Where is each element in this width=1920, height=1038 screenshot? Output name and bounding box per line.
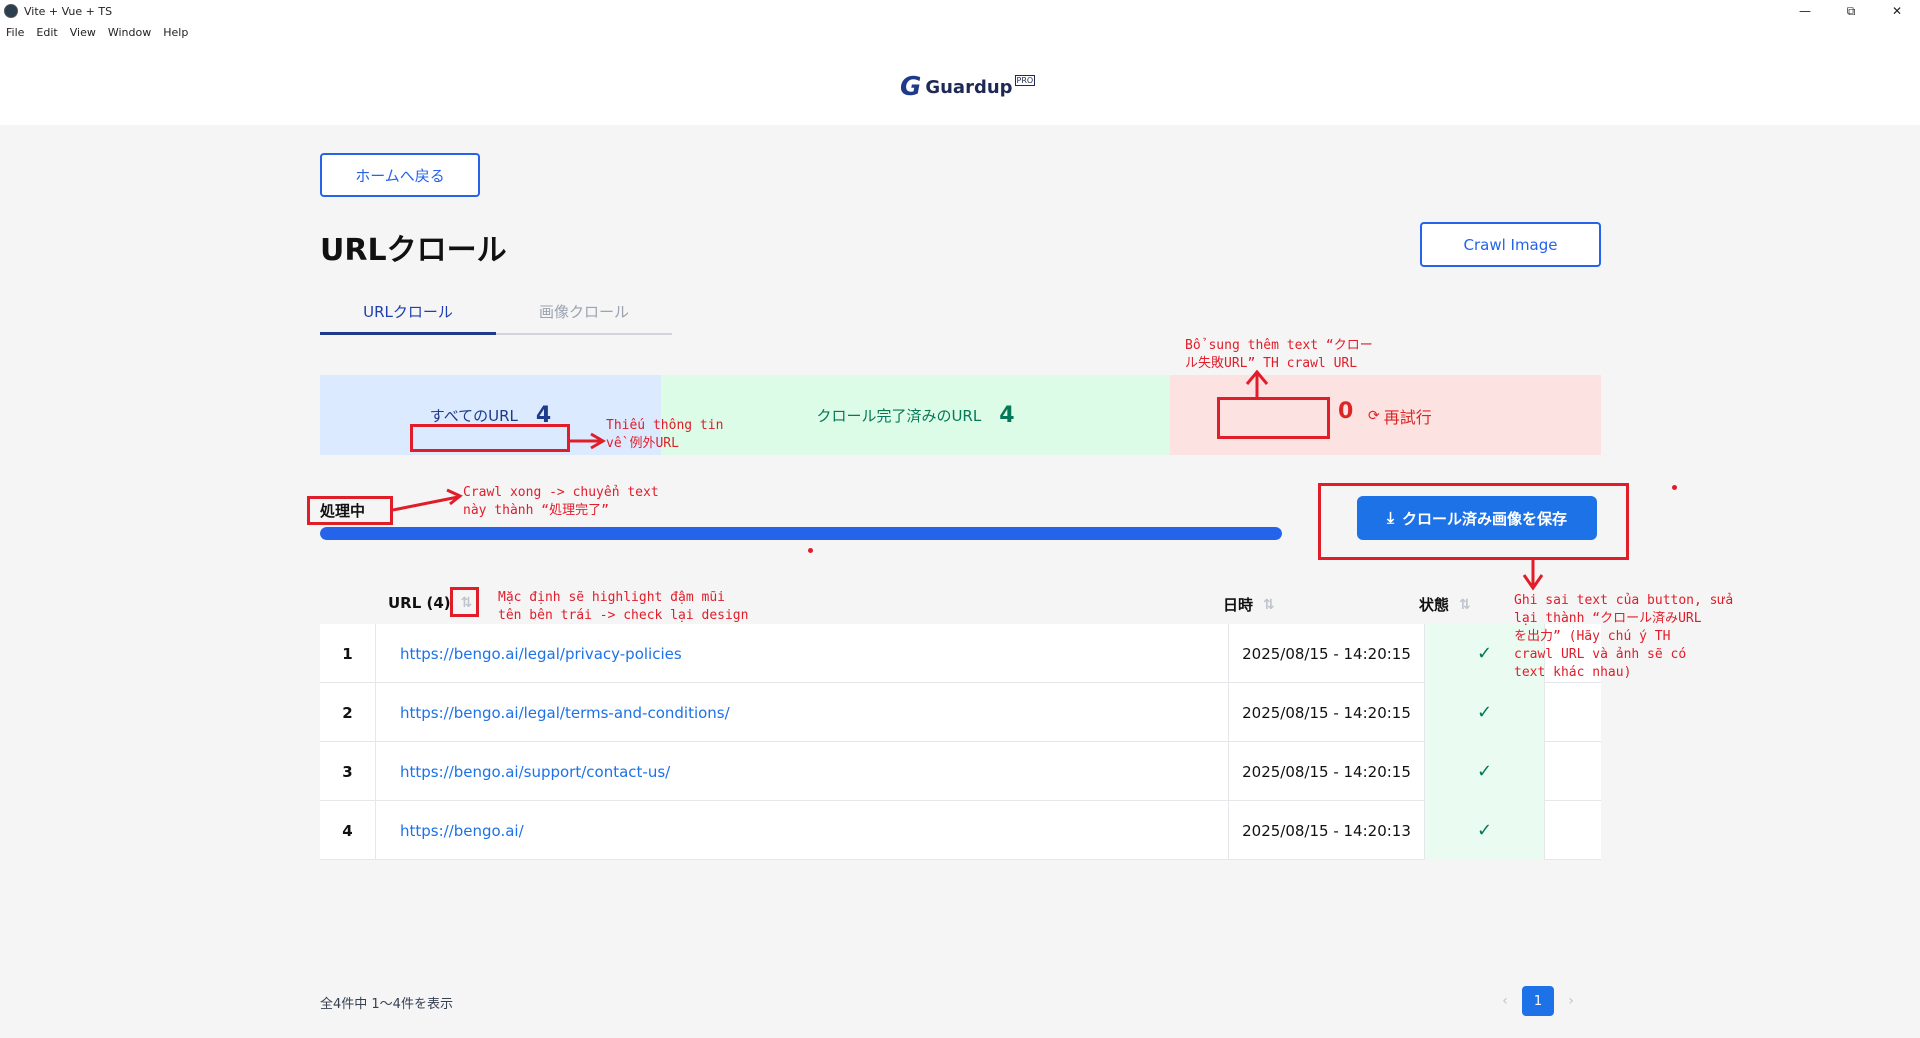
row-extra-cell: [1545, 683, 1601, 742]
refresh-icon: ⟳: [1368, 408, 1380, 424]
app-header: G Guardup PRO: [0, 42, 1920, 125]
app-icon: [4, 4, 18, 18]
row-index: 4: [320, 801, 376, 860]
row-datetime: 2025/08/15 - 14:20:15: [1229, 624, 1425, 683]
maximize-button[interactable]: ⧉: [1828, 0, 1874, 22]
close-button[interactable]: ✕: [1874, 0, 1920, 22]
row-index: 3: [320, 742, 376, 801]
page-title: URLクロール: [320, 233, 507, 268]
page-1-button[interactable]: 1: [1522, 986, 1554, 1016]
stat-failed-value: 0: [1338, 399, 1354, 424]
header-datetime[interactable]: 日時 ⇅: [1223, 594, 1275, 615]
annotation-box-failed-label: [1217, 397, 1330, 439]
guardup-logo: G Guardup PRO: [900, 72, 1036, 102]
check-icon: ✓: [1425, 801, 1545, 860]
logo-badge: PRO: [1014, 74, 1036, 86]
sort-icon[interactable]: ⇅: [1263, 597, 1275, 613]
progress-fill: [320, 527, 1282, 540]
row-datetime: 2025/08/15 - 14:20:13: [1229, 801, 1425, 860]
row-url-link[interactable]: https://bengo.ai/support/contact-us/: [376, 742, 1229, 801]
next-page-button[interactable]: ›: [1554, 993, 1588, 1009]
annotation-failed-label: Bổ sung thêm text “クロー ル失敗URL” TH crawl …: [1185, 338, 1373, 371]
sort-icon[interactable]: ⇅: [1459, 597, 1471, 613]
window-titlebar: Vite + Vue + TS — ⧉ ✕: [0, 0, 1920, 22]
menu-edit[interactable]: Edit: [36, 26, 57, 39]
home-button[interactable]: ホームへ戻る: [320, 153, 480, 197]
menu-bar: File Edit View Window Help: [0, 22, 1920, 42]
row-datetime: 2025/08/15 - 14:20:15: [1229, 683, 1425, 742]
stat-all-label: すべてのURL: [429, 406, 518, 425]
stat-done-value: 4: [999, 402, 1015, 428]
annotation-box-all-url: [410, 424, 570, 452]
crawl-image-button[interactable]: Crawl Image: [1420, 222, 1601, 267]
table-row: 3 https://bengo.ai/support/contact-us/ 2…: [320, 742, 1601, 801]
annotation-arrowhead: [1522, 574, 1544, 591]
annotation-arrows: [392, 369, 1544, 591]
pagination-summary: 全4件中 1〜4件を表示: [320, 997, 453, 1012]
row-extra-cell: [1545, 742, 1601, 801]
row-url-link[interactable]: https://bengo.ai/: [376, 801, 1229, 860]
prev-page-button[interactable]: ‹: [1488, 993, 1522, 1009]
annotation-dot: [808, 548, 813, 553]
window-title: Vite + Vue + TS: [24, 4, 113, 18]
header-status-label: 状態: [1419, 596, 1450, 614]
annotation-box-sort: [450, 587, 479, 617]
annotation-box-save: [1318, 483, 1629, 560]
logo-mark: G: [900, 72, 922, 102]
annotation-box-status: [307, 496, 393, 525]
stat-done-label: クロール完了済みのURL: [816, 406, 982, 425]
annotation-arrow-right: [392, 495, 459, 512]
tab-url-crawl[interactable]: URLクロール: [320, 290, 496, 335]
table-row: 2 https://bengo.ai/legal/terms-and-condi…: [320, 683, 1601, 742]
table-row: 1 https://bengo.ai/legal/privacy-policie…: [320, 624, 1601, 683]
annotation-status: Crawl xong -> chuyển text này thành “処理完…: [463, 485, 659, 518]
menu-help[interactable]: Help: [163, 26, 188, 39]
menu-view[interactable]: View: [70, 26, 96, 39]
annotation-dot: [1672, 485, 1677, 490]
row-extra-cell: [1545, 801, 1601, 860]
retry-label: 再試行: [1383, 408, 1432, 427]
check-icon: ✓: [1425, 742, 1545, 801]
row-index: 1: [320, 624, 376, 683]
minimize-button[interactable]: —: [1782, 0, 1828, 22]
row-url-link[interactable]: https://bengo.ai/legal/terms-and-conditi…: [376, 683, 1229, 742]
logo-text: Guardup: [925, 76, 1013, 98]
progress-bar: [320, 527, 1282, 540]
annotation-sort: Mặc định sẽ highlight đậm mũi tên bên tr…: [498, 590, 749, 623]
table-row: 4 https://bengo.ai/ 2025/08/15 - 14:20:1…: [320, 801, 1601, 860]
stat-done-urls[interactable]: クロール完了済みのURL 4: [661, 375, 1170, 455]
annotation-save: Ghi sai text của button, sửa lại thành “…: [1514, 593, 1734, 680]
menu-window[interactable]: Window: [108, 26, 151, 39]
header-url-label: URL (4): [388, 594, 451, 612]
header-status[interactable]: 状態 ⇅: [1419, 594, 1471, 615]
annotation-arrowhead: [446, 488, 463, 506]
menu-file[interactable]: File: [6, 26, 24, 39]
retry-button[interactable]: ⟳ 再試行: [1368, 404, 1432, 428]
check-icon: ✓: [1425, 683, 1545, 742]
pagination: ‹ 1 ›: [1488, 986, 1588, 1016]
header-datetime-label: 日時: [1223, 596, 1254, 614]
annotation-all-url: Thiếu thông tin về 例外URL: [606, 418, 724, 451]
row-url-link[interactable]: https://bengo.ai/legal/privacy-policies: [376, 624, 1229, 683]
url-table: 1 https://bengo.ai/legal/privacy-policie…: [320, 624, 1601, 860]
row-datetime: 2025/08/15 - 14:20:15: [1229, 742, 1425, 801]
row-index: 2: [320, 683, 376, 742]
tab-bar: URLクロール 画像クロール: [320, 290, 672, 335]
tab-image-crawl[interactable]: 画像クロール: [496, 290, 672, 333]
